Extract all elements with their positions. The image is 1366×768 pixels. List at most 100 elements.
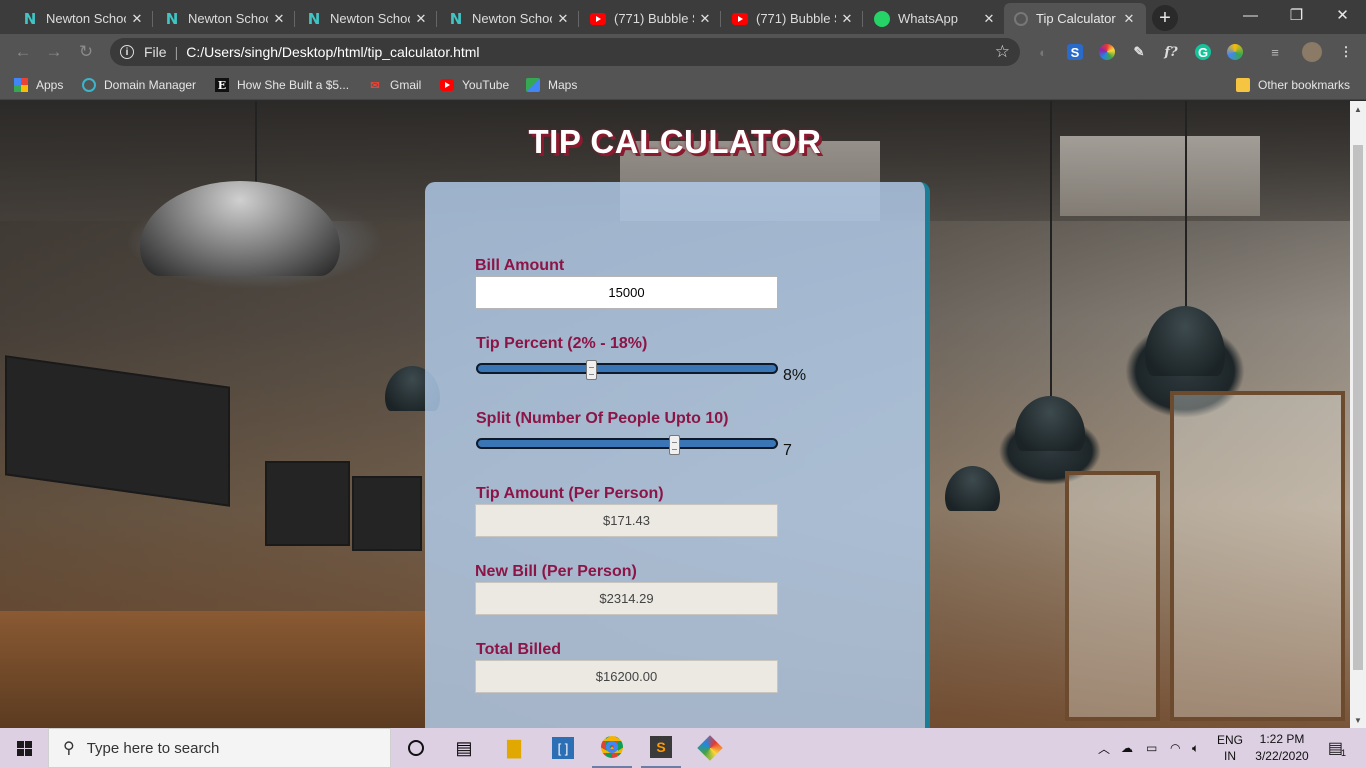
tip-percent-slider[interactable] [476, 360, 778, 380]
volume-icon[interactable]: 🔈︎ [1192, 728, 1199, 768]
sublime-text-icon[interactable]: S [641, 728, 681, 768]
clock-date: 3/22/2020 [1255, 749, 1309, 763]
bookmark-star-icon[interactable]: ☆ [995, 42, 1010, 62]
page-scrollbar[interactable]: ▲ ▼ [1350, 101, 1366, 728]
profile-avatar[interactable] [1302, 42, 1322, 62]
formula-extension-icon[interactable]: f? [1163, 44, 1179, 60]
whatsapp-favicon-icon [874, 10, 890, 27]
youtube-favicon-icon [732, 12, 748, 25]
close-tab-icon[interactable]: ✕ [410, 11, 432, 27]
file-explorer-icon[interactable]: ▇ [494, 728, 534, 768]
tip-slider-thumb[interactable] [586, 360, 597, 380]
close-tab-icon[interactable]: ✕ [694, 11, 716, 27]
globe-favicon-icon [1014, 11, 1028, 26]
taskbar-search[interactable]: ⚲ Type here to search [48, 728, 391, 768]
browser-toolbar: ← → ↻ i File | C:/Users/singh/Desktop/ht… [0, 34, 1366, 70]
start-button[interactable] [0, 728, 48, 768]
close-window-button[interactable]: ✕ [1320, 0, 1365, 30]
domain-manager-icon [82, 78, 96, 92]
menu-kebab-icon[interactable]: ⋮ [1338, 44, 1354, 60]
color-wheel-extension-icon[interactable] [1099, 44, 1115, 60]
wifi-icon[interactable]: ◠ [1170, 728, 1180, 768]
background-window [1170, 391, 1345, 721]
chrome-taskbar-icon[interactable] [592, 728, 632, 768]
page-viewport: TIP CALCULATOR Bill Amount 15000 Tip Per… [0, 101, 1350, 728]
bookmark-label: Gmail [390, 78, 422, 92]
incognito-icon[interactable]: ◐ [1035, 44, 1051, 60]
cortana-icon[interactable] [396, 728, 436, 768]
language-indicator[interactable]: ENG IN [1214, 728, 1246, 768]
restore-button[interactable]: ❐ [1274, 0, 1319, 30]
total-billed-label: Total Billed [476, 641, 562, 658]
split-slider-thumb[interactable] [669, 435, 680, 455]
region-code: IN [1224, 749, 1236, 763]
battery-icon[interactable]: ▭ [1146, 728, 1157, 768]
bookmark-domain-manager[interactable]: Domain Manager [82, 75, 196, 95]
new-bill-output: $2314.29 [475, 582, 778, 615]
tab-divider [152, 11, 153, 27]
grammarly-icon[interactable]: G [1195, 44, 1211, 60]
close-tab-icon[interactable]: ✕ [978, 11, 1000, 27]
browser-tab[interactable]: (771) Bubble S ✕ [722, 3, 864, 34]
close-tab-icon[interactable]: ✕ [552, 11, 574, 27]
address-bar[interactable]: i File | C:/Users/singh/Desktop/html/tip… [110, 38, 1020, 66]
forward-arrow-icon[interactable]: → [43, 41, 65, 63]
browser-tab[interactable]: WhatsApp ✕ [864, 3, 1006, 34]
bookmark-youtube[interactable]: YouTube [440, 75, 509, 95]
bill-amount-input[interactable]: 15000 [475, 276, 778, 309]
system-clock[interactable]: 1:22 PM 3/22/2020 [1248, 731, 1316, 765]
bookmark-article[interactable]: E How She Built a $5... [215, 75, 349, 95]
notifications-icon[interactable]: ▤ 1 [1322, 728, 1352, 768]
browser-tab[interactable]: N Newton Schoo ✕ [154, 3, 296, 34]
scroll-down-arrow-icon[interactable]: ▼ [1350, 712, 1366, 728]
split-value: 7 [783, 442, 792, 459]
bookmark-apps[interactable]: Apps [14, 75, 63, 95]
pen-extension-icon[interactable]: ✎ [1131, 44, 1147, 60]
browser-tab[interactable]: N Newton Schoo ✕ [12, 3, 154, 34]
bill-amount-label: Bill Amount [475, 257, 565, 274]
close-tab-icon[interactable]: ✕ [1118, 11, 1140, 27]
back-arrow-icon[interactable]: ← [12, 41, 34, 63]
browser-tab[interactable]: N Newton Schoo ✕ [296, 3, 438, 34]
search-icon: ⚲ [63, 740, 75, 757]
scrollbar-thumb[interactable] [1353, 145, 1363, 670]
url-text[interactable]: C:/Users/singh/Desktop/html/tip_calculat… [186, 44, 995, 60]
page-title: TIP CALCULATOR [528, 123, 822, 160]
reading-list-icon[interactable]: ≡ [1267, 44, 1283, 60]
tip-percent-value: 8% [783, 367, 807, 384]
onedrive-warning-icon[interactable]: ☁ [1121, 728, 1133, 768]
bookmark-gmail[interactable]: ✉ Gmail [368, 75, 421, 95]
close-tab-icon[interactable]: ✕ [268, 11, 290, 27]
tab-divider [294, 11, 295, 27]
brackets-editor-icon[interactable]: [ ] [543, 728, 583, 768]
browser-tab[interactable]: N Newton Schoo ✕ [438, 3, 580, 34]
maps-icon [526, 78, 540, 92]
notification-count: 1 [1341, 748, 1347, 758]
address-divider: | [174, 44, 179, 60]
split-slider[interactable] [476, 435, 778, 455]
tab-title: Newton Schoo [188, 11, 268, 26]
tab-title: (771) Bubble S [614, 11, 694, 26]
new-tab-button[interactable]: + [1152, 5, 1178, 31]
s-extension-icon[interactable]: S [1067, 44, 1083, 60]
reload-icon[interactable]: ↻ [75, 41, 97, 63]
browser-tab[interactable]: (771) Bubble S ✕ [580, 3, 722, 34]
bookmark-maps[interactable]: Maps [526, 75, 577, 95]
tab-title: Tip Calculator [1036, 11, 1116, 26]
chrome-extension-icon[interactable] [1227, 44, 1243, 60]
app-diamond-icon[interactable] [690, 728, 730, 768]
scroll-up-arrow-icon[interactable]: ▲ [1350, 101, 1366, 117]
total-billed-output: $16200.00 [475, 660, 778, 693]
browser-tab-active[interactable]: Tip Calculator ✕ [1004, 3, 1146, 34]
info-icon[interactable]: i [120, 45, 134, 59]
tab-title: (771) Bubble S [756, 11, 836, 26]
task-view-icon[interactable]: ▤ [444, 728, 484, 768]
close-tab-icon[interactable]: ✕ [836, 11, 858, 27]
tray-chevron-icon[interactable]: ︿ [1098, 728, 1110, 768]
tab-divider [436, 11, 437, 27]
other-bookmarks[interactable]: Other bookmarks [1236, 75, 1350, 95]
newton-favicon-icon: N [165, 9, 179, 28]
close-tab-icon[interactable]: ✕ [126, 11, 148, 27]
minimize-button[interactable]: — [1228, 0, 1273, 30]
background-chalkboard [352, 476, 422, 551]
